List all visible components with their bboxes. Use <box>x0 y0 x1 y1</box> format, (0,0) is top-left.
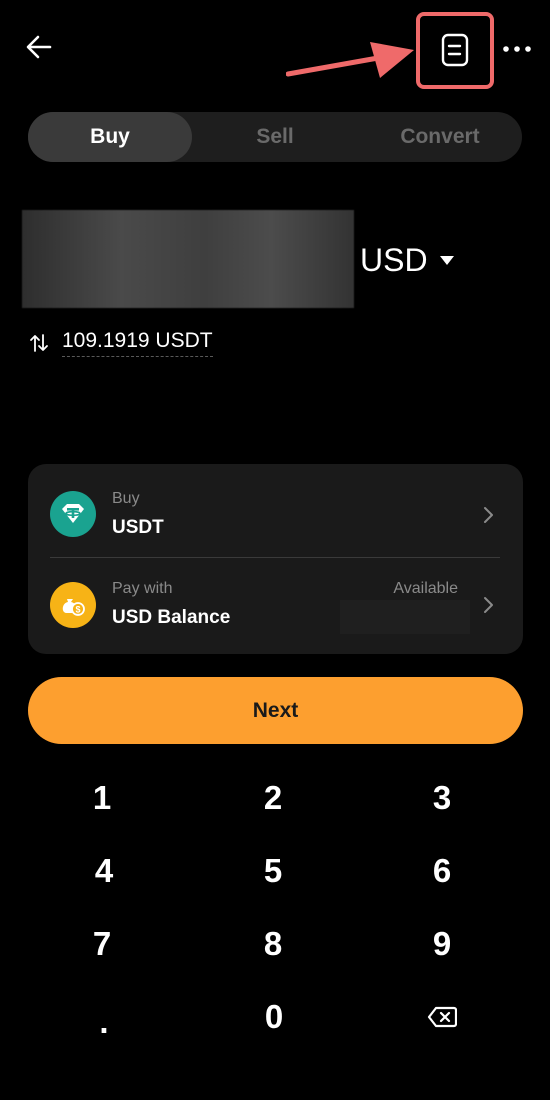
more-horizontal-icon <box>503 46 531 52</box>
key-7[interactable]: 7 <box>32 914 172 974</box>
more-options-button[interactable] <box>502 38 532 60</box>
order-history-icon <box>441 33 469 67</box>
key-4[interactable]: 4 <box>34 841 174 901</box>
amount-input-redacted[interactable] <box>22 210 354 308</box>
buy-asset-row[interactable]: Buy USDT <box>28 464 523 554</box>
key-backspace[interactable] <box>372 987 512 1047</box>
key-9[interactable]: 9 <box>372 914 512 974</box>
annotation-arrow-icon <box>286 42 414 78</box>
currency-selector[interactable]: USD <box>360 238 454 282</box>
pay-with-value: USD Balance <box>112 607 231 628</box>
chevron-right-icon <box>484 507 493 523</box>
buy-label: Buy <box>112 490 140 507</box>
svg-text:$: $ <box>75 605 80 615</box>
next-button[interactable]: Next <box>28 677 523 744</box>
buy-asset-value: USDT <box>112 517 164 538</box>
key-3[interactable]: 3 <box>372 768 512 828</box>
key-0[interactable]: 0 <box>204 987 344 1047</box>
usd-balance-icon: $ <box>50 582 96 628</box>
key-2[interactable]: 2 <box>203 768 343 828</box>
usdt-icon <box>50 491 96 537</box>
converted-amount-row[interactable]: 109.1919 USDT <box>28 328 213 358</box>
trade-type-tabs: Buy Sell Convert <box>28 112 522 162</box>
key-1[interactable]: 1 <box>32 768 172 828</box>
key-decimal[interactable]: . <box>34 992 174 1052</box>
key-8[interactable]: 8 <box>203 914 343 974</box>
pay-with-label: Pay with <box>112 580 173 597</box>
available-balance-redacted <box>340 600 470 634</box>
available-label: Available <box>393 580 458 597</box>
currency-code: USD <box>360 241 428 278</box>
chevron-right-icon <box>484 597 493 613</box>
tab-buy[interactable]: Buy <box>28 112 192 162</box>
order-history-button[interactable] <box>438 32 472 68</box>
trade-details-card: Buy USDT $ Pay with USD Balance Availabl… <box>28 464 523 654</box>
tab-sell[interactable]: Sell <box>193 112 357 162</box>
key-5[interactable]: 5 <box>203 841 343 901</box>
key-6[interactable]: 6 <box>372 841 512 901</box>
back-button[interactable] <box>22 30 56 64</box>
converted-amount: 109.1919 USDT <box>62 329 213 357</box>
swap-vertical-icon <box>30 334 48 352</box>
backspace-icon <box>427 1006 457 1028</box>
caret-down-icon <box>439 255 454 265</box>
tab-convert[interactable]: Convert <box>358 112 522 162</box>
arrow-left-icon <box>26 35 52 59</box>
